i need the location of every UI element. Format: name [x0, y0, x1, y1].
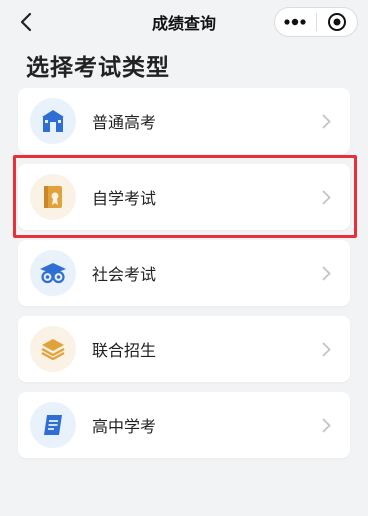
chevron-left-icon[interactable]	[14, 10, 38, 34]
exam-type-card-self-study[interactable]: 自学考试	[18, 164, 350, 230]
exam-type-label: 普通高考	[92, 113, 157, 132]
chevron-right-icon	[316, 190, 336, 205]
chevron-right-icon	[316, 114, 336, 129]
chevron-right-icon	[316, 266, 336, 281]
navigation-bar: 成绩查询	[0, 0, 368, 44]
exam-type-card-joint-enrollment[interactable]: 联合招生	[18, 316, 350, 382]
nav-title: 成绩查询	[151, 14, 216, 33]
exam-type-card-social[interactable]: 社会考试	[18, 240, 350, 306]
layers-stack-icon	[30, 326, 76, 372]
exam-type-label: 联合招生	[92, 341, 157, 360]
mini-program-capsule	[274, 7, 358, 37]
exam-type-list: 普通高考 自学考试 社会考试 联合招生 高中学考	[18, 88, 350, 468]
page-title: 选择考试类型	[26, 55, 170, 81]
target-circle-icon[interactable]	[317, 8, 358, 36]
exam-type-card-high-school[interactable]: 高中学考	[18, 392, 350, 458]
chevron-right-icon	[316, 342, 336, 357]
exam-type-label: 社会考试	[92, 265, 157, 284]
more-dots-icon[interactable]	[275, 8, 316, 36]
chevron-right-icon	[316, 418, 336, 433]
exam-type-label: 高中学考	[92, 417, 157, 436]
scroll-document-icon	[30, 402, 76, 448]
exam-type-label: 自学考试	[92, 189, 157, 208]
school-building-icon	[30, 98, 76, 144]
book-badge-icon	[30, 174, 76, 220]
exam-type-card-general[interactable]: 普通高考	[18, 88, 350, 154]
graduation-cap-icon	[30, 250, 76, 296]
